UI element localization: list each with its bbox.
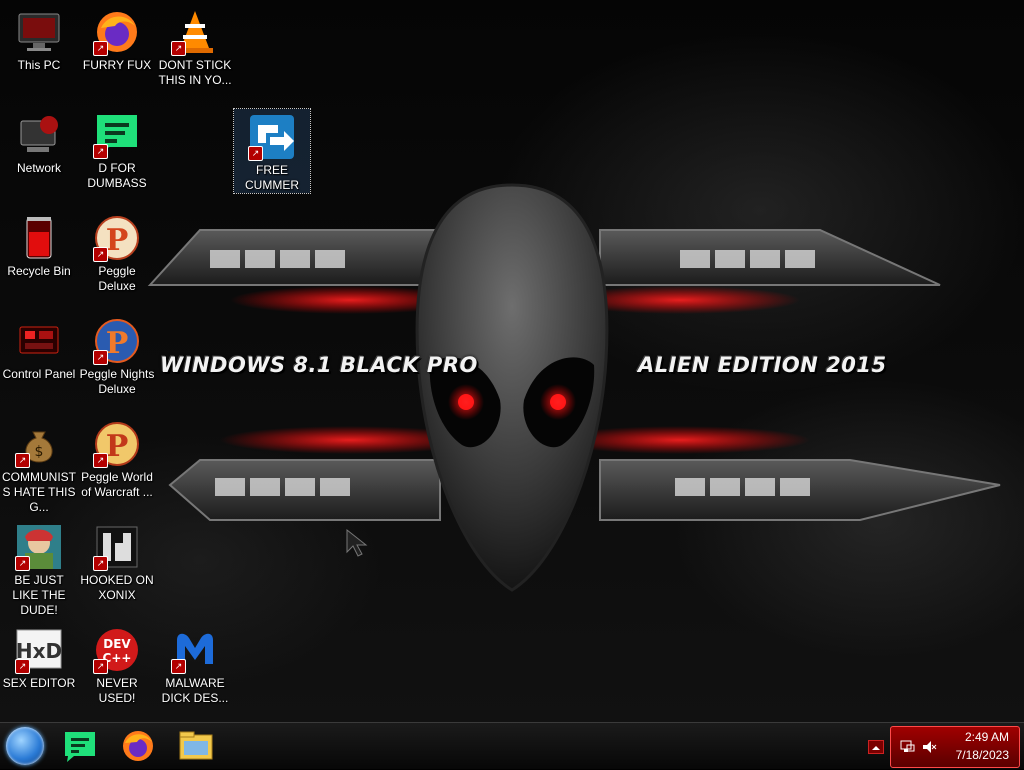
desktop-icon-dont-stick[interactable]: ↗ DONT STICK THIS IN YO... xyxy=(156,4,234,88)
shortcut-arrow-icon: ↗ xyxy=(93,659,108,674)
svg-text:$: $ xyxy=(35,444,44,460)
icon-label: DONT STICK THIS IN YO... xyxy=(158,58,232,87)
icon-label: NEVER USED! xyxy=(96,676,138,705)
peggle-nights-icon: P ↗ xyxy=(93,317,141,365)
taskbar xyxy=(0,722,1024,769)
network-status-icon[interactable] xyxy=(899,739,915,755)
money-bag-icon: $ ↗ xyxy=(15,420,63,468)
desktop-icon-peggle-nights[interactable]: P ↗ Peggle Nights Deluxe xyxy=(78,313,156,397)
firefox-icon xyxy=(123,731,153,761)
peggle-wow-icon: P ↗ xyxy=(93,420,141,468)
hxd-icon: HxD ↗ xyxy=(15,626,63,674)
shortcut-arrow-icon: ↗ xyxy=(15,659,30,674)
shortcut-arrow-icon: ↗ xyxy=(93,41,108,56)
wallpaper-right-text: ALIEN EDITION 2015 xyxy=(638,353,887,377)
dude-icon: ↗ xyxy=(15,523,63,571)
shortcut-arrow-icon: ↗ xyxy=(171,41,186,56)
chat-app-icon xyxy=(65,732,95,762)
icon-label: HOOKED ON XONIX xyxy=(80,573,154,602)
shortcut-arrow-icon: ↗ xyxy=(93,350,108,365)
icon-label: COMMUNISTS HATE THIS G... xyxy=(2,470,76,514)
icon-label: BE JUST LIKE THE DUDE! xyxy=(12,573,66,617)
folder-icon xyxy=(179,731,213,760)
vlc-cone-icon: ↗ xyxy=(171,8,219,56)
icon-label: FREE CUMMER xyxy=(245,163,299,192)
taskbar-firefox-button[interactable] xyxy=(118,727,158,765)
taskbar-chat-app-button[interactable] xyxy=(60,727,100,765)
desktop-icon-peggle-deluxe[interactable]: P ↗ Peggle Deluxe xyxy=(78,210,156,294)
shortcut-arrow-icon: ↗ xyxy=(93,453,108,468)
shortcut-arrow-icon: ↗ xyxy=(171,659,186,674)
control-panel-icon xyxy=(15,317,63,365)
desktop-icon-hooked-on-xonix[interactable]: ↗ HOOKED ON XONIX xyxy=(78,519,156,603)
desktop-icon-d-for-dumbass[interactable]: ↗ D FOR DUMBASS xyxy=(78,107,156,191)
icon-label: Peggle World of Warcraft ... xyxy=(81,470,153,499)
svg-text:DEV: DEV xyxy=(103,637,131,651)
clock-date[interactable]: 7/18/2023 xyxy=(956,748,1009,762)
show-hidden-icons-button[interactable] xyxy=(868,740,884,754)
svg-text:P: P xyxy=(106,326,129,361)
icon-label: Recycle Bin xyxy=(7,264,71,278)
shortcut-arrow-icon: ↗ xyxy=(15,556,30,571)
icon-label: Control Panel xyxy=(2,367,76,381)
malwarebytes-icon: ↗ xyxy=(171,626,219,674)
wallpaper-left-text: WINDOWS 8.1 BLACK PRO xyxy=(160,353,478,377)
icon-label: Network xyxy=(16,161,61,175)
svg-text:P: P xyxy=(106,429,129,464)
start-button[interactable] xyxy=(6,727,44,765)
devcpp-icon: DEV C++ ↗ xyxy=(93,626,141,674)
desktop-icon-furry-fux[interactable]: ↗ FURRY FUX xyxy=(78,4,156,73)
icon-label: D FOR DUMBASS xyxy=(87,161,147,190)
desktop-icon-peggle-wow[interactable]: P ↗ Peggle World of Warcraft ... xyxy=(78,416,156,500)
peggle-icon: P ↗ xyxy=(93,214,141,262)
chat-app-icon: ↗ xyxy=(93,111,141,159)
notification-area: 2:49 AM 7/18/2023 xyxy=(890,726,1020,768)
desktop-icon-never-used[interactable]: DEV C++ ↗ NEVER USED! xyxy=(78,622,156,706)
desktop-icon-network[interactable]: Network xyxy=(0,107,78,176)
icon-label: This PC xyxy=(17,58,61,72)
desktop-icon-the-dude[interactable]: ↗ BE JUST LIKE THE DUDE! xyxy=(0,519,78,618)
shortcut-arrow-icon: ↗ xyxy=(15,453,30,468)
network-icon xyxy=(15,111,63,159)
monitor-icon xyxy=(15,8,63,56)
desktop-icon-communists[interactable]: $ ↗ COMMUNISTS HATE THIS G... xyxy=(0,416,78,515)
desktop-icon-sex-editor[interactable]: HxD ↗ SEX EDITOR xyxy=(0,622,78,691)
icon-label: Peggle Deluxe xyxy=(98,264,136,293)
chevron-up-icon xyxy=(872,746,880,750)
firefox-icon: ↗ xyxy=(93,8,141,56)
desktop-icon-recycle-bin[interactable]: Recycle Bin xyxy=(0,210,78,279)
icon-label: MALWARE DICK DES... xyxy=(161,676,229,705)
icon-label: Peggle Nights Deluxe xyxy=(79,367,155,396)
xonix-icon: ↗ xyxy=(93,523,141,571)
taskbar-file-explorer-button[interactable] xyxy=(176,727,216,765)
desktop-icon-this-pc[interactable]: This PC xyxy=(0,4,78,73)
shortcut-arrow-icon: ↗ xyxy=(93,144,108,159)
converter-icon: ↗ xyxy=(248,113,296,161)
recycle-bin-icon xyxy=(15,214,63,262)
desktop-icon-malware-dick[interactable]: ↗ MALWARE DICK DES... xyxy=(156,622,234,706)
desktop-icon-control-panel[interactable]: Control Panel xyxy=(0,313,78,382)
shortcut-arrow-icon: ↗ xyxy=(93,247,108,262)
icon-label: SEX EDITOR xyxy=(2,676,76,690)
shortcut-arrow-icon: ↗ xyxy=(93,556,108,571)
desktop-icon-free-cummer[interactable]: ↗ FREE CUMMER xyxy=(233,108,311,194)
shortcut-arrow-icon: ↗ xyxy=(248,146,263,161)
svg-text:P: P xyxy=(106,223,129,258)
clock-time[interactable]: 2:49 AM xyxy=(965,730,1009,744)
icon-label: FURRY FUX xyxy=(82,58,152,72)
speaker-muted-icon[interactable] xyxy=(921,739,937,755)
